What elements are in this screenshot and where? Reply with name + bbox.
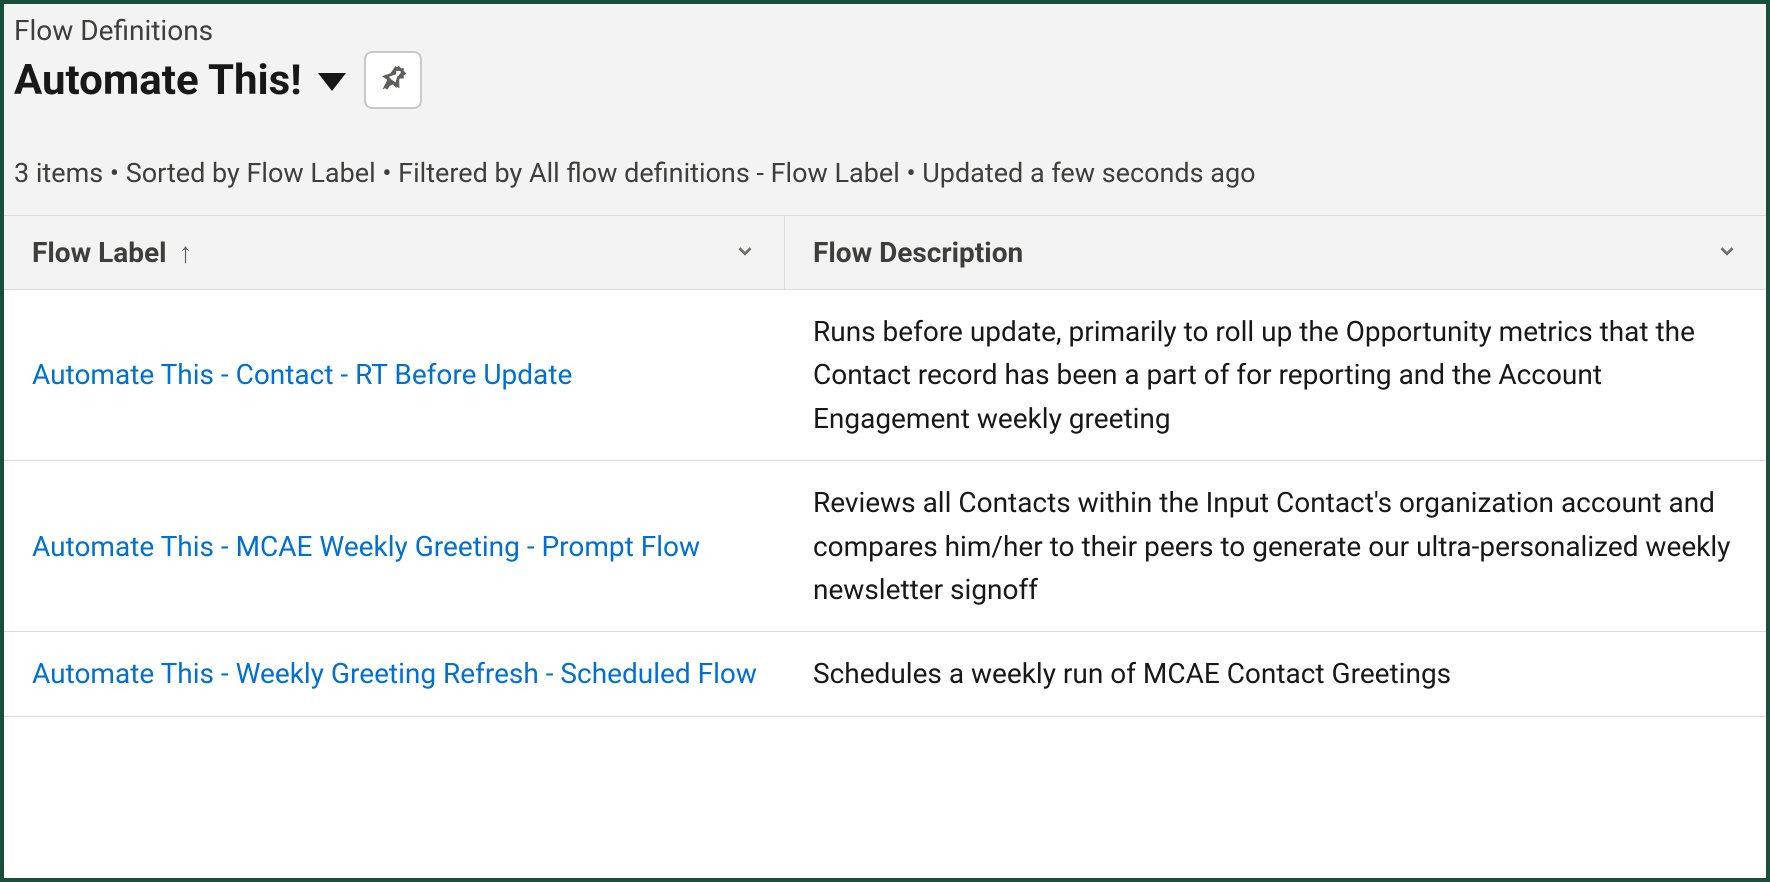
flow-link[interactable]: Automate This - Contact - RT Before Upda… (32, 353, 572, 396)
breadcrumb: Flow Definitions (14, 14, 1750, 47)
sort-ascending-icon: ↑ (179, 236, 193, 269)
chevron-down-icon[interactable] (734, 236, 756, 269)
column-label: Flow Label (32, 236, 167, 269)
list-view-dropdown[interactable]: Automate This! (14, 56, 346, 105)
table-body: Automate This - Contact - RT Before Upda… (4, 290, 1766, 717)
flow-definitions-table: Flow Label ↑ Flow Description (4, 216, 1766, 878)
table-header: Flow Label ↑ Flow Description (4, 216, 1766, 290)
chevron-down-icon[interactable] (1716, 236, 1738, 269)
table-row: Automate This - MCAE Weekly Greeting - P… (4, 461, 1766, 632)
flow-link[interactable]: Automate This - Weekly Greeting Refresh … (32, 652, 757, 695)
pin-icon (377, 63, 409, 98)
column-label: Flow Description (813, 236, 1023, 269)
pin-list-button[interactable] (364, 51, 422, 109)
table-row: Automate This - Contact - RT Before Upda… (4, 290, 1766, 461)
flow-description: Reviews all Contacts within the Input Co… (785, 461, 1766, 631)
column-header-flow-label[interactable]: Flow Label ↑ (4, 216, 785, 289)
flow-description: Schedules a weekly run of MCAE Contact G… (785, 632, 1766, 715)
caret-down-icon (318, 73, 346, 91)
table-row: Automate This - Weekly Greeting Refresh … (4, 632, 1766, 716)
flow-link[interactable]: Automate This - MCAE Weekly Greeting - P… (32, 525, 700, 568)
flow-description: Runs before update, primarily to roll up… (785, 290, 1766, 460)
list-status: 3 items • Sorted by Flow Label • Filtere… (14, 157, 1750, 189)
column-header-flow-description[interactable]: Flow Description (785, 216, 1766, 289)
page-title: Automate This! (14, 56, 302, 105)
